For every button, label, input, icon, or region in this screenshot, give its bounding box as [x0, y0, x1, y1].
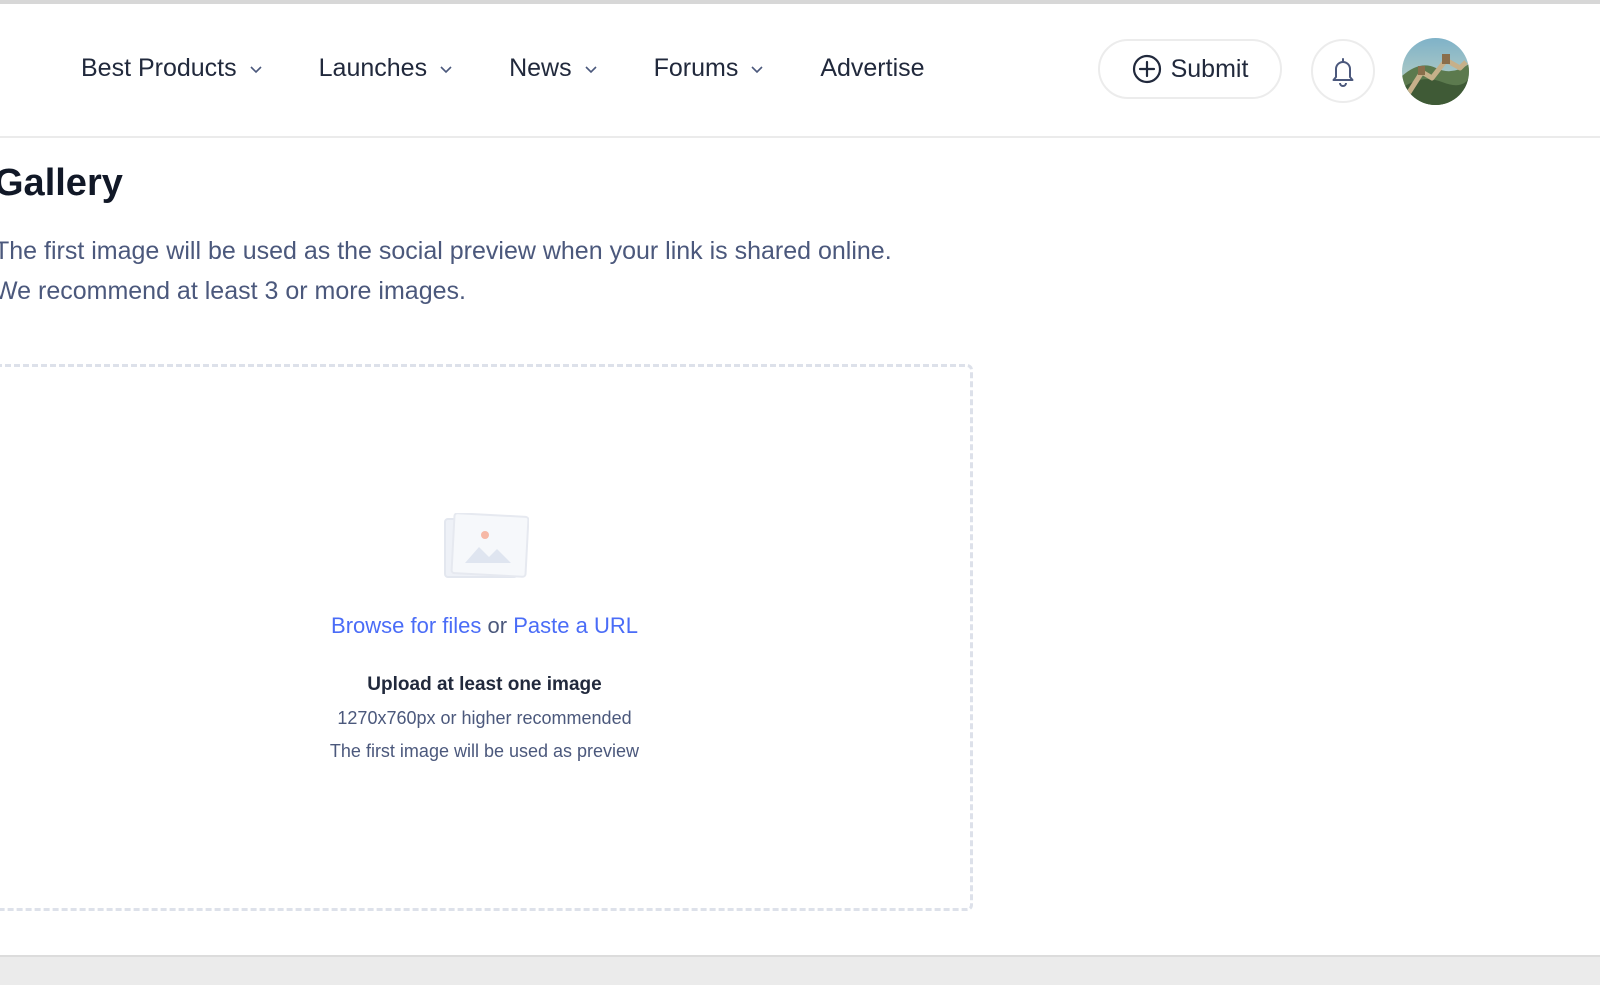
- user-avatar[interactable]: [1402, 38, 1469, 105]
- upload-links: Browse for files or Paste a URL: [0, 613, 976, 639]
- nav-item-news[interactable]: News: [509, 54, 598, 83]
- page-title: Gallery: [0, 162, 123, 204]
- image-placeholder-icon: [444, 513, 529, 578]
- nav-item-launches[interactable]: Launches: [319, 54, 453, 83]
- top-navigation: Best Products Launches News Forums Adver…: [0, 4, 1600, 138]
- or-text: or: [487, 613, 514, 638]
- gallery-description: The first image will be used as the soci…: [0, 231, 892, 311]
- chevron-down-icon: [751, 65, 763, 73]
- image-dropzone[interactable]: Browse for files or Paste a URL Upload a…: [0, 364, 973, 911]
- bell-icon: [1332, 58, 1354, 87]
- notifications-button[interactable]: [1311, 39, 1375, 103]
- chevron-down-icon: [585, 65, 597, 73]
- nav-item-advertise[interactable]: Advertise: [820, 54, 924, 83]
- window-bottom-edge: [0, 955, 1600, 985]
- nav-item-forums[interactable]: Forums: [654, 54, 765, 83]
- nav-item-best-products[interactable]: Best Products: [81, 54, 263, 83]
- nav-item-label: Launches: [318, 54, 428, 82]
- description-line: We recommend at least 3 or more images.: [0, 277, 466, 305]
- submit-label: Submit: [1170, 54, 1249, 83]
- nav-item-label: Best Products: [81, 54, 237, 82]
- paste-url-link[interactable]: Paste a URL: [513, 613, 638, 638]
- dropzone-inner: Browse for files or Paste a URL Upload a…: [0, 367, 976, 914]
- nav-item-label: Advertise: [820, 54, 925, 82]
- chevron-down-icon: [250, 65, 262, 73]
- preview-hint: The first image will be used as preview: [329, 741, 640, 761]
- browse-files-link[interactable]: Browse for files: [331, 613, 481, 638]
- size-hint: 1270x760px or higher recommended: [337, 708, 632, 728]
- description-line: The first image will be used as the soci…: [0, 237, 892, 265]
- nav-item-label: News: [509, 54, 572, 82]
- avatar-image: [1402, 38, 1469, 105]
- chevron-down-icon: [440, 65, 452, 73]
- plus-circle-icon: [1132, 54, 1161, 84]
- nav-item-label: Forums: [653, 54, 739, 82]
- nav-menu: Best Products Launches News Forums Adver…: [81, 54, 925, 83]
- upload-requirement: Upload at least one image: [367, 674, 602, 695]
- submit-button[interactable]: Submit: [1098, 39, 1282, 99]
